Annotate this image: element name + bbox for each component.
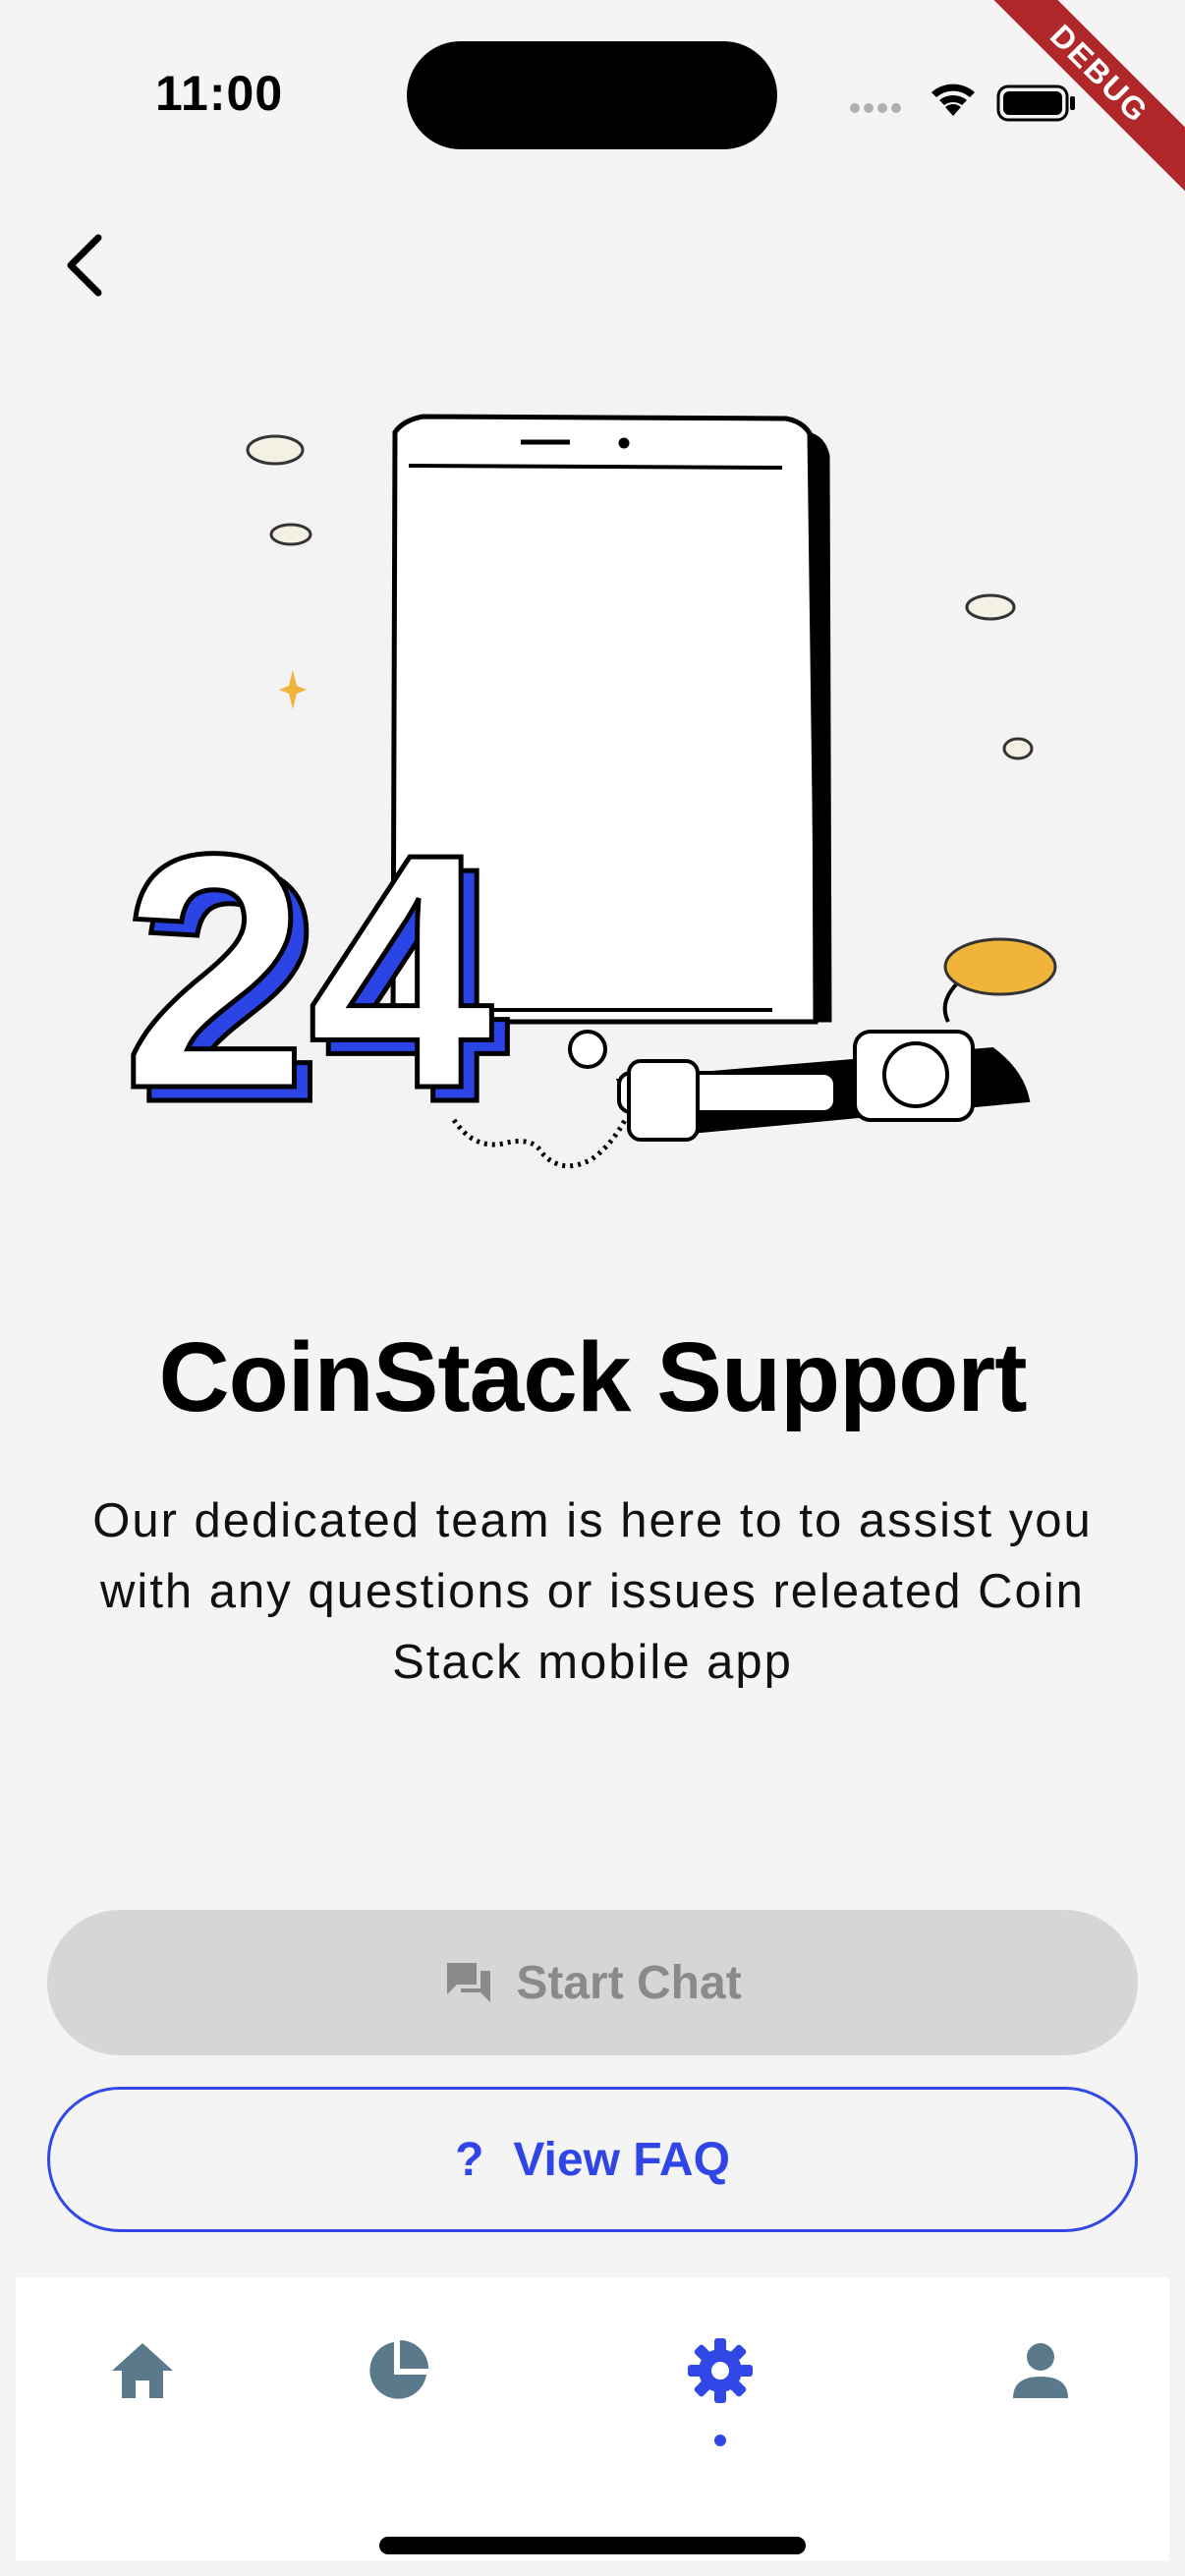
battery-icon (996, 84, 1075, 122)
support-illustration: 24 24 (108, 393, 1077, 1208)
cellular-signal-icon (850, 103, 901, 113)
pie-chart-icon (369, 2340, 428, 2399)
gear-icon (688, 2338, 753, 2403)
wifi-icon (931, 84, 975, 116)
nav-item-home[interactable] (98, 2326, 187, 2415)
nav-item-settings[interactable] (676, 2326, 764, 2446)
chevron-left-icon (67, 234, 102, 297)
status-icons (845, 69, 1081, 128)
view-faq-button[interactable]: ? View FAQ (47, 2087, 1138, 2232)
nav-item-portfolio[interactable] (354, 2326, 442, 2415)
dynamic-island (407, 41, 777, 149)
page-description: Our dedicated team is here to to assist … (92, 1494, 1093, 1689)
start-chat-button[interactable]: Start Chat (47, 1910, 1138, 2055)
view-faq-label: View FAQ (513, 2133, 730, 2186)
person-icon (1013, 2343, 1068, 2398)
bottom-navigation (16, 2277, 1169, 2560)
start-chat-label: Start Chat (516, 1956, 742, 2009)
back-button[interactable] (55, 226, 114, 305)
nav-item-profile[interactable] (996, 2326, 1085, 2415)
badge-24-illustration: 24 24 (120, 783, 514, 1175)
page-title: CoinStack Support (158, 1322, 1027, 1432)
question-mark-icon: ? (455, 2133, 484, 2186)
badge-24-text: 24 (122, 785, 495, 1158)
chat-icon (443, 1959, 494, 2006)
speech-bubble-illustration (943, 937, 1057, 996)
home-icon (112, 2343, 173, 2398)
active-indicator (714, 2435, 726, 2446)
home-indicator (379, 2537, 806, 2554)
status-time: 11:00 (155, 66, 284, 121)
